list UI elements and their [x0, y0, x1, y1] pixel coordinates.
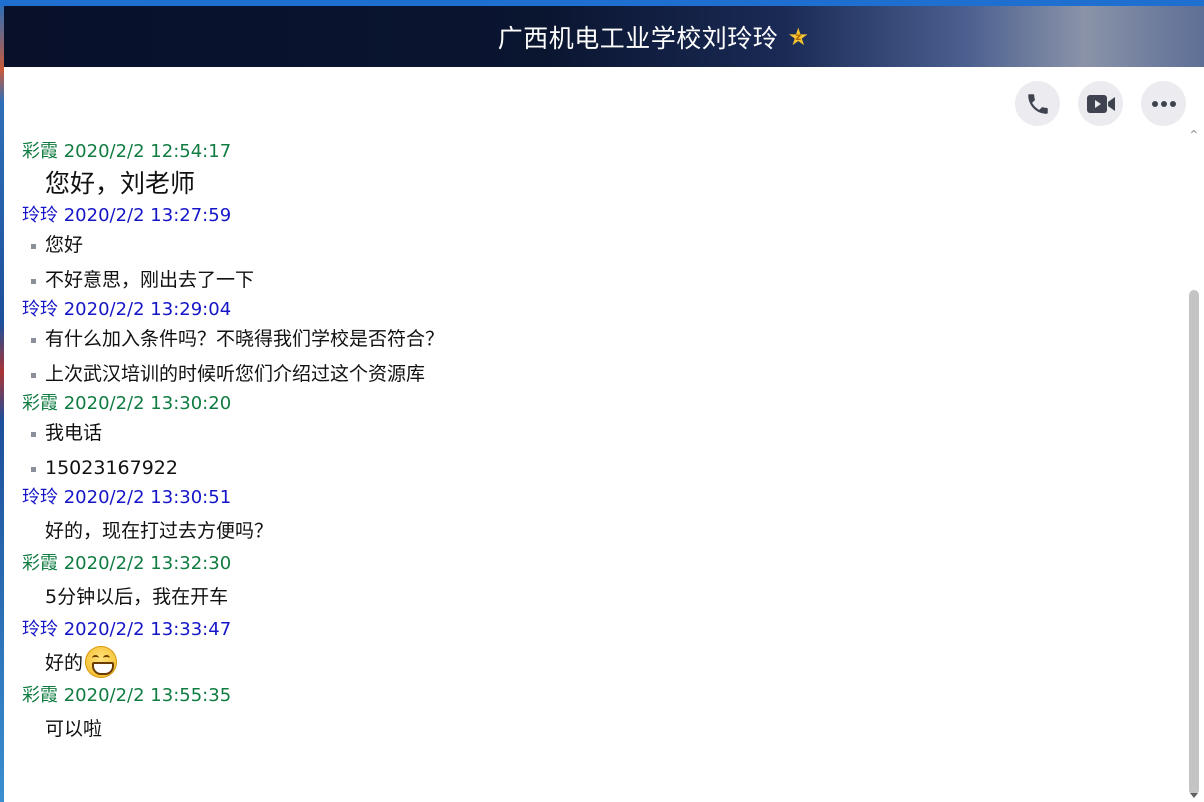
message-group: 玲玲 2020/2/2 13:29:04 有什么加入条件吗？不晓得我们学校是否符… — [22, 298, 1172, 392]
message-header: 玲玲 2020/2/2 13:29:04 — [22, 298, 1172, 322]
sender-name: 彩霞 — [22, 393, 58, 414]
message-text: 好的，现在打过去方便吗？ — [45, 520, 274, 542]
sender-name: 彩霞 — [22, 141, 58, 162]
grinning-face-emoji — [85, 645, 118, 678]
message-text: 15023167922 — [22, 451, 1172, 486]
message-time: 2020/2/2 12:54:17 — [63, 141, 232, 162]
chat-window: 广西机电工业学校刘玲玲 ★ z 彩霞 2020/2/2 12:54:17 您好，… — [0, 0, 1204, 802]
message-header: 玲玲 2020/2/2 13:30:51 — [22, 486, 1172, 510]
message-text: 您好 — [22, 228, 1172, 263]
sender-name: 玲玲 — [22, 619, 58, 640]
message-group: 彩霞 2020/2/2 12:54:17 您好，刘老师 — [22, 140, 1172, 204]
sender-name: 玲玲 — [22, 205, 58, 226]
emoji-mouth — [92, 661, 115, 675]
message-header: 玲玲 2020/2/2 13:27:59 — [22, 204, 1172, 228]
message-group: 玲玲 2020/2/2 13:27:59 您好 不好意思，刚出去了一下 — [22, 204, 1172, 298]
scrollbar-thumb[interactable] — [1189, 290, 1199, 795]
title-bar[interactable]: 广西机电工业学校刘玲玲 ★ z — [4, 6, 1204, 67]
message-time: 2020/2/2 13:33:47 — [63, 619, 232, 640]
phone-icon — [1027, 93, 1048, 114]
message-history[interactable]: 彩霞 2020/2/2 12:54:17 您好，刘老师 玲玲 2020/2/2 … — [22, 140, 1172, 800]
chat-title: 广西机电工业学校刘玲玲 — [497, 23, 779, 53]
message-group: 玲玲 2020/2/2 13:30:51 好的，现在打过去方便吗？ — [22, 486, 1172, 552]
voice-call-button[interactable] — [1015, 81, 1060, 126]
message-group: 彩霞 2020/2/2 13:32:30 5分钟以后，我在开车 — [22, 552, 1172, 618]
message-time: 2020/2/2 13:32:30 — [63, 553, 232, 574]
message-time: 2020/2/2 13:30:51 — [63, 487, 232, 508]
message-time: 2020/2/2 13:55:35 — [63, 685, 232, 706]
message-group: 玲玲 2020/2/2 13:33:47 好的 — [22, 618, 1172, 684]
message-text: 我电话 — [22, 416, 1172, 451]
star-z-badge-icon: ★ z — [787, 22, 809, 51]
desktop-background-edge — [0, 6, 4, 802]
scroll-to-top-icon[interactable]: ⌃ — [1188, 129, 1202, 143]
message-time: 2020/2/2 13:27:59 — [63, 205, 232, 226]
message-header: 彩霞 2020/2/2 13:30:20 — [22, 392, 1172, 416]
message-text: 有什么加入条件吗？不晓得我们学校是否符合？ — [22, 322, 1172, 357]
scroll-down-arrow-icon[interactable] — [1190, 793, 1198, 798]
message-time: 2020/2/2 13:29:04 — [63, 299, 232, 320]
sender-name: 彩霞 — [22, 685, 58, 706]
message-text: 上次武汉培训的时候听您们介绍过这个资源库 — [22, 357, 1172, 392]
sender-name: 玲玲 — [22, 299, 58, 320]
sender-name: 玲玲 — [22, 487, 58, 508]
more-icon — [1151, 100, 1176, 107]
message-header: 彩霞 2020/2/2 13:55:35 — [22, 684, 1172, 708]
message-text: 好的 — [45, 652, 84, 674]
sender-name: 彩霞 — [22, 553, 58, 574]
call-toolbar — [1015, 81, 1186, 126]
message-header: 彩霞 2020/2/2 13:32:30 — [22, 552, 1172, 576]
vertical-scrollbar[interactable]: ⌃ — [1186, 128, 1200, 802]
badge-letter: z — [795, 31, 802, 43]
video-camera-icon — [1086, 94, 1115, 113]
message-content: 好的 — [22, 642, 1172, 684]
message-group: 彩霞 2020/2/2 13:55:35 可以啦 — [22, 684, 1172, 750]
message-header: 彩霞 2020/2/2 12:54:17 — [22, 140, 1172, 164]
message-time: 2020/2/2 13:30:20 — [63, 393, 232, 414]
more-button[interactable] — [1141, 81, 1186, 126]
message-text: 您好，刘老师 — [45, 169, 196, 198]
message-text: 不好意思，刚出去了一下 — [22, 263, 1172, 298]
message-group: 彩霞 2020/2/2 13:30:20 我电话 15023167922 — [22, 392, 1172, 486]
video-call-button[interactable] — [1078, 81, 1123, 126]
message-header: 玲玲 2020/2/2 13:33:47 — [22, 618, 1172, 642]
message-text: 可以啦 — [45, 718, 103, 740]
message-text: 5分钟以后，我在开车 — [45, 586, 229, 608]
